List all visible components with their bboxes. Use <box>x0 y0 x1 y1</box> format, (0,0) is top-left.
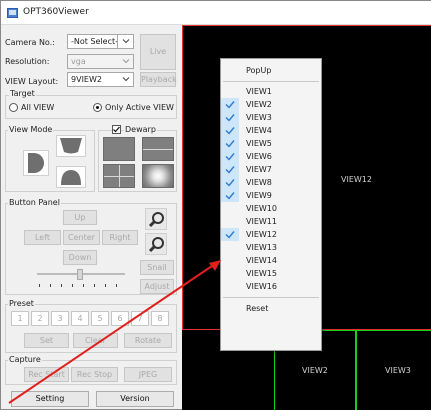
app-window: OPT360Viewer Camera No.: -Not Select- Li… <box>0 0 431 410</box>
annotation-arrow <box>8 260 221 404</box>
